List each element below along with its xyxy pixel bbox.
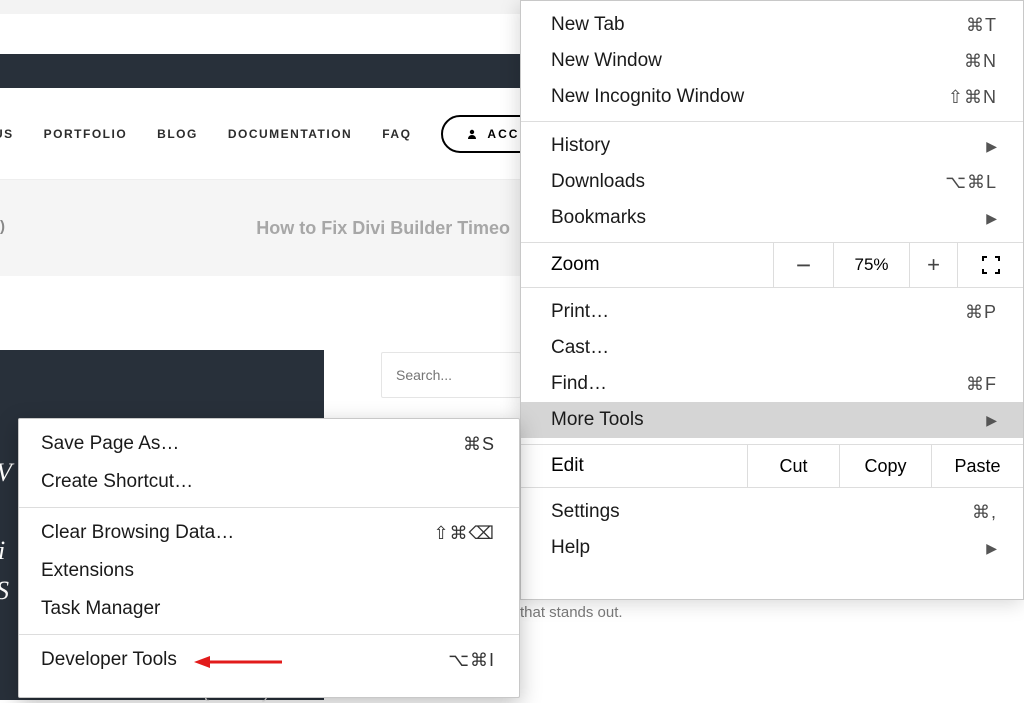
nav-link-faq[interactable]: FAQ [382, 127, 411, 141]
menu-new-incognito[interactable]: New Incognito Window ⇧⌘N [521, 79, 1023, 115]
submenu-developer-tools-label: Developer Tools [41, 649, 177, 671]
menu-more-tools-label: More Tools [551, 409, 644, 431]
chevron-right-icon: ▶ [986, 412, 997, 429]
menu-print[interactable]: Print… ⌘P [521, 294, 1023, 330]
menu-new-tab[interactable]: New Tab ⌘T [521, 7, 1023, 43]
chevron-right-icon: ▶ [986, 138, 997, 155]
menu-find-shortcut: ⌘F [966, 374, 997, 395]
top-dark-bar [0, 54, 520, 88]
menu-new-window-label: New Window [551, 50, 662, 72]
menu-cast[interactable]: Cast… [521, 330, 1023, 366]
nav-link-blog[interactable]: BLOG [157, 127, 198, 141]
zoom-value: 75% [833, 243, 909, 287]
submenu-create-shortcut-label: Create Shortcut… [41, 471, 193, 493]
fullscreen-button[interactable] [957, 243, 1023, 287]
submenu-extensions-label: Extensions [41, 560, 134, 582]
edit-copy-button[interactable]: Copy [839, 445, 931, 487]
menu-new-incognito-label: New Incognito Window [551, 86, 744, 108]
menu-cast-label: Cast… [551, 337, 609, 359]
submenu-save-page-as[interactable]: Save Page As… ⌘S [19, 425, 519, 463]
menu-help-label: Help [551, 537, 590, 559]
submenu-clear-browsing-data[interactable]: Clear Browsing Data… ⇧⌘⌫ [19, 514, 519, 552]
menu-more-tools[interactable]: More Tools ▶ [521, 402, 1023, 438]
address-bar-strip [0, 0, 520, 14]
fullscreen-icon [982, 256, 1000, 274]
hero-text-fragment-1: V [0, 458, 12, 488]
chevron-right-icon: ▶ [986, 210, 997, 227]
menu-downloads-shortcut: ⌥⌘L [945, 172, 997, 193]
edit-paste-button[interactable]: Paste [931, 445, 1023, 487]
menu-new-tab-shortcut: ⌘T [966, 15, 997, 36]
submenu-developer-tools[interactable]: Developer Tools ⌥⌘I [19, 641, 519, 679]
hero-text-fragment-2: i [0, 536, 5, 566]
menu-settings-shortcut: ⌘, [972, 502, 997, 523]
submenu-developer-tools-shortcut: ⌥⌘I [448, 650, 495, 671]
zoom-out-button[interactable]: − [773, 243, 833, 287]
menu-downloads[interactable]: Downloads ⌥⌘L [521, 164, 1023, 200]
menu-find[interactable]: Find… ⌘F [521, 366, 1023, 402]
zoom-in-button[interactable]: + [909, 243, 957, 287]
submenu-save-page-as-shortcut: ⌘S [463, 434, 495, 455]
menu-help[interactable]: Help ▶ [521, 530, 1023, 566]
hero-text-fragment-3: S [0, 576, 9, 606]
menu-bookmarks-label: Bookmarks [551, 207, 646, 229]
nav-link-portfolio[interactable]: PORTFOLIO [44, 127, 128, 141]
submenu-save-page-as-label: Save Page As… [41, 433, 179, 455]
menu-zoom-label: Zoom [521, 243, 773, 287]
edit-cut-button[interactable]: Cut [747, 445, 839, 487]
menu-edit-row: Edit Cut Copy Paste [521, 444, 1023, 488]
person-icon [467, 129, 477, 139]
more-tools-submenu: Save Page As… ⌘S Create Shortcut… Clear … [18, 418, 520, 698]
menu-zoom-row: Zoom − 75% + [521, 242, 1023, 288]
submenu-create-shortcut[interactable]: Create Shortcut… [19, 463, 519, 501]
submenu-extensions[interactable]: Extensions [19, 552, 519, 590]
menu-print-shortcut: ⌘P [965, 302, 997, 323]
account-label: ACC [487, 127, 519, 141]
menu-new-window-shortcut: ⌘N [964, 51, 997, 72]
chrome-main-menu: New Tab ⌘T New Window ⌘N New Incognito W… [520, 0, 1024, 600]
menu-new-tab-label: New Tab [551, 14, 625, 36]
submenu-task-manager-label: Task Manager [41, 598, 160, 620]
menu-print-label: Print… [551, 301, 609, 323]
nav-link-us[interactable]: US [0, 127, 14, 141]
menu-history-label: History [551, 135, 610, 157]
chevron-right-icon: ▶ [986, 540, 997, 557]
menu-bookmarks[interactable]: Bookmarks ▶ [521, 200, 1023, 236]
breadcrumb-bar: How to Fix Divi Builder Timeo [0, 180, 520, 276]
body-text-fragment: that stands out. [520, 604, 623, 621]
menu-settings-label: Settings [551, 501, 620, 523]
menu-downloads-label: Downloads [551, 171, 645, 193]
menu-find-label: Find… [551, 373, 607, 395]
submenu-clear-browsing-data-label: Clear Browsing Data… [41, 522, 234, 544]
menu-new-incognito-shortcut: ⇧⌘N [948, 87, 997, 108]
breadcrumb-title: How to Fix Divi Builder Timeo [256, 218, 510, 239]
search-input[interactable] [396, 367, 506, 383]
menu-settings[interactable]: Settings ⌘, [521, 494, 1023, 530]
menu-history[interactable]: History ▶ [521, 128, 1023, 164]
site-nav: US PORTFOLIO BLOG DOCUMENTATION FAQ ACC [0, 88, 520, 180]
menu-edit-label: Edit [521, 445, 747, 487]
breadcrumb-left-paren: ) [0, 218, 5, 235]
menu-new-window[interactable]: New Window ⌘N [521, 43, 1023, 79]
submenu-clear-browsing-data-shortcut: ⇧⌘⌫ [433, 523, 495, 544]
nav-link-documentation[interactable]: DOCUMENTATION [228, 127, 352, 141]
submenu-task-manager[interactable]: Task Manager [19, 590, 519, 628]
search-box[interactable] [381, 352, 521, 398]
